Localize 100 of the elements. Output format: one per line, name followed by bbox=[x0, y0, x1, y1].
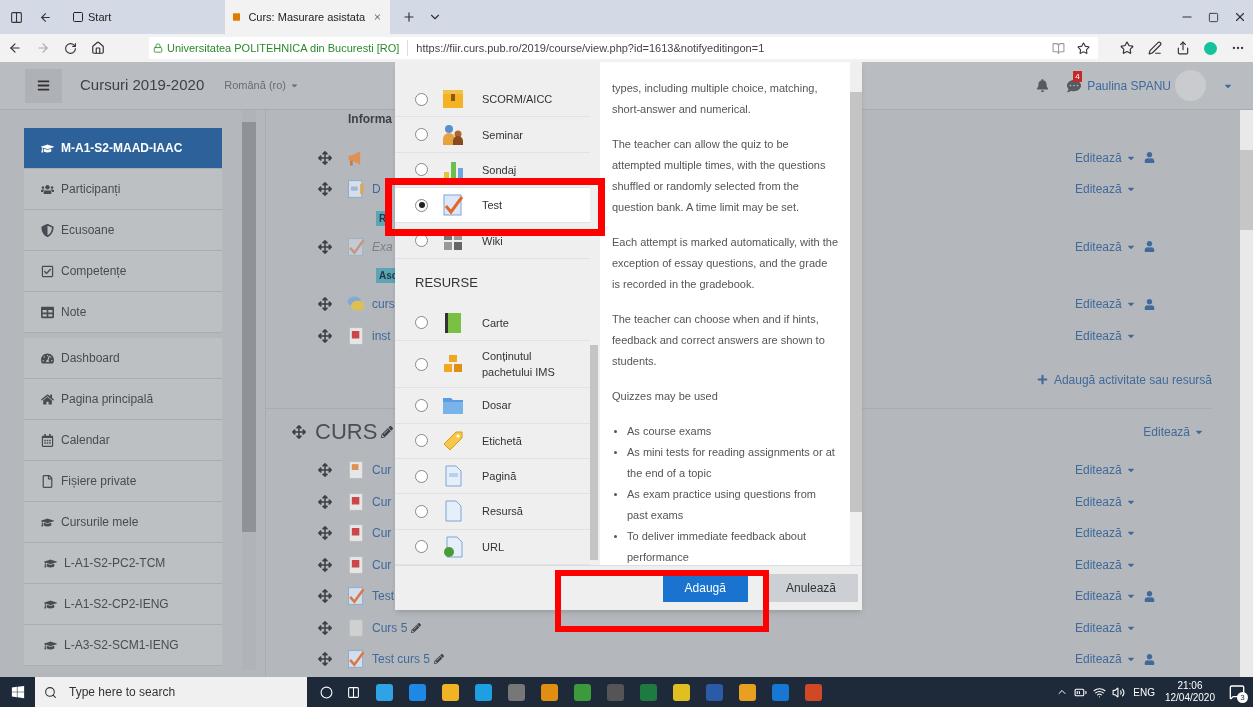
radio-button[interactable] bbox=[415, 198, 428, 212]
wifi-icon[interactable] bbox=[1093, 685, 1107, 699]
person-icon[interactable] bbox=[1143, 298, 1155, 310]
sidebar-item[interactable]: Competențe bbox=[24, 251, 222, 292]
volume-icon[interactable] bbox=[1112, 685, 1126, 699]
move-icon[interactable] bbox=[292, 424, 306, 439]
sidebar-item[interactable]: Fișiere private bbox=[24, 461, 222, 502]
activity-link[interactable]: curs bbox=[372, 295, 395, 314]
close-tab-icon[interactable] bbox=[373, 11, 382, 23]
option-row[interactable]: Carte bbox=[395, 305, 590, 342]
bell-icon[interactable] bbox=[1036, 79, 1050, 92]
sidebar-item[interactable]: Cursurile mele bbox=[24, 502, 222, 543]
radio-button[interactable] bbox=[415, 163, 428, 177]
radio-button[interactable] bbox=[415, 357, 428, 371]
radio-button[interactable] bbox=[415, 128, 428, 141]
menu-button[interactable] bbox=[25, 68, 62, 103]
radio-button[interactable] bbox=[415, 469, 428, 483]
sidebar-item[interactable]: Ecusoane bbox=[24, 210, 222, 251]
app-icon[interactable] bbox=[673, 683, 690, 701]
cortana-icon[interactable] bbox=[320, 685, 333, 699]
option-row[interactable]: Wiki bbox=[395, 223, 590, 259]
user-name[interactable]: Paulina SPANU bbox=[1087, 76, 1171, 95]
sidebar-item[interactable]: Participanți bbox=[24, 169, 222, 210]
add-button[interactable]: Adaugă bbox=[662, 574, 748, 602]
new-tab-icon[interactable] bbox=[402, 10, 416, 24]
close-icon[interactable] bbox=[1233, 10, 1247, 24]
move-icon[interactable] bbox=[318, 182, 332, 197]
restore-icon[interactable] bbox=[1208, 11, 1219, 23]
reading-view-icon[interactable] bbox=[1052, 41, 1065, 55]
edit-menu-button[interactable]: Editează bbox=[1075, 524, 1136, 543]
option-row[interactable]: Dosar bbox=[395, 388, 590, 424]
site-name[interactable]: Cursuri 2019-2020 bbox=[80, 74, 205, 97]
clock[interactable]: 21:06 12/04/2020 bbox=[1164, 680, 1215, 704]
radio-button[interactable] bbox=[415, 505, 428, 518]
activity-link[interactable]: Test bbox=[372, 587, 394, 606]
sidebar-item[interactable]: L-A1-S2-PC2-TCM bbox=[24, 543, 222, 584]
option-row[interactable]: SCORM/AICC bbox=[395, 82, 590, 118]
activity-link[interactable]: inst bbox=[372, 326, 391, 345]
activity-link[interactable]: Test curs 5 bbox=[372, 650, 431, 669]
edit-menu-button[interactable]: Editează bbox=[1075, 180, 1136, 199]
activity-link[interactable]: Cur bbox=[372, 555, 392, 574]
edit-menu-button[interactable]: Editează bbox=[1075, 587, 1136, 606]
edit-menu-button[interactable]: Editează bbox=[1075, 461, 1136, 480]
taskbar-search-field[interactable]: Type here to search bbox=[65, 677, 307, 707]
input-language[interactable]: ENG bbox=[1133, 684, 1155, 700]
person-icon[interactable] bbox=[1143, 653, 1155, 665]
option-row[interactable]: URL bbox=[395, 529, 590, 565]
notification-button[interactable]: 3 bbox=[1229, 684, 1245, 700]
back-icon[interactable] bbox=[8, 41, 22, 55]
sidebar-item[interactable]: Dashboard bbox=[24, 338, 222, 379]
activity-link[interactable]: Cur bbox=[372, 492, 392, 511]
edit-menu-button[interactable]: Editează bbox=[1075, 555, 1136, 574]
edit-menu-button[interactable]: Editează bbox=[1075, 148, 1136, 167]
move-icon[interactable] bbox=[318, 494, 332, 509]
option-row[interactable]: Pagină bbox=[395, 458, 590, 495]
move-icon[interactable] bbox=[318, 297, 332, 312]
option-row[interactable]: Seminar bbox=[395, 117, 590, 153]
move-icon[interactable] bbox=[318, 589, 332, 604]
move-icon[interactable] bbox=[318, 463, 332, 478]
pencil-icon[interactable] bbox=[434, 654, 445, 665]
move-icon[interactable] bbox=[318, 557, 332, 572]
person-icon[interactable] bbox=[1143, 241, 1155, 253]
edit-menu-button[interactable]: Editează bbox=[1075, 618, 1136, 637]
pencil-icon[interactable] bbox=[411, 622, 422, 633]
activity-link[interactable]: Curs 5 bbox=[372, 618, 408, 637]
sidebar-item[interactable]: Calendar bbox=[24, 420, 222, 461]
scrollbar[interactable] bbox=[1240, 110, 1253, 677]
move-icon[interactable] bbox=[318, 328, 332, 343]
app-icon[interactable] bbox=[739, 683, 756, 701]
star-icon[interactable] bbox=[1077, 41, 1090, 55]
move-icon[interactable] bbox=[318, 620, 332, 635]
language-menu[interactable]: Română (ro) bbox=[224, 77, 299, 94]
sidebar-item[interactable]: Note bbox=[24, 292, 222, 333]
activity-link[interactable]: Cur bbox=[372, 461, 392, 480]
radio-button[interactable] bbox=[415, 540, 428, 554]
radio-button[interactable] bbox=[415, 398, 428, 412]
app-icon[interactable] bbox=[574, 683, 591, 701]
edit-menu-button[interactable]: Editează bbox=[1075, 295, 1136, 314]
edit-menu-button[interactable]: Editează bbox=[1143, 422, 1204, 441]
add-activity-link[interactable]: Adaugă activitate sau resursă bbox=[1036, 370, 1212, 389]
app-icon[interactable] bbox=[541, 683, 558, 701]
home-icon[interactable] bbox=[91, 41, 105, 55]
app-icon[interactable] bbox=[409, 683, 426, 701]
browser-tab[interactable]: Curs: Masurare asistata bbox=[225, 0, 390, 34]
person-icon[interactable] bbox=[1143, 590, 1155, 602]
edit-menu-button[interactable]: Editează bbox=[1075, 650, 1136, 669]
sidebar-item[interactable]: L-A1-S2-CP2-IENG bbox=[24, 584, 222, 625]
move-icon[interactable] bbox=[318, 239, 332, 254]
radio-button[interactable] bbox=[415, 92, 428, 106]
sidebar-item[interactable]: Pagina principală bbox=[24, 379, 222, 420]
edit-menu-button[interactable]: Editează bbox=[1075, 326, 1136, 345]
move-icon[interactable] bbox=[318, 526, 332, 541]
option-row[interactable]: Resursă bbox=[395, 494, 590, 530]
option-row[interactable]: Test bbox=[395, 188, 590, 224]
option-row[interactable]: Conținutul pachetului IMS bbox=[395, 341, 590, 389]
app-icon[interactable] bbox=[376, 683, 393, 701]
activity-link[interactable]: D bbox=[372, 180, 381, 199]
sidebar-item[interactable]: M-A1-S2-MAAD-IAAC bbox=[24, 128, 222, 169]
task-view-icon[interactable] bbox=[347, 685, 360, 699]
sidebar-item[interactable]: L-A3-S2-SCM1-IENG bbox=[24, 625, 222, 666]
